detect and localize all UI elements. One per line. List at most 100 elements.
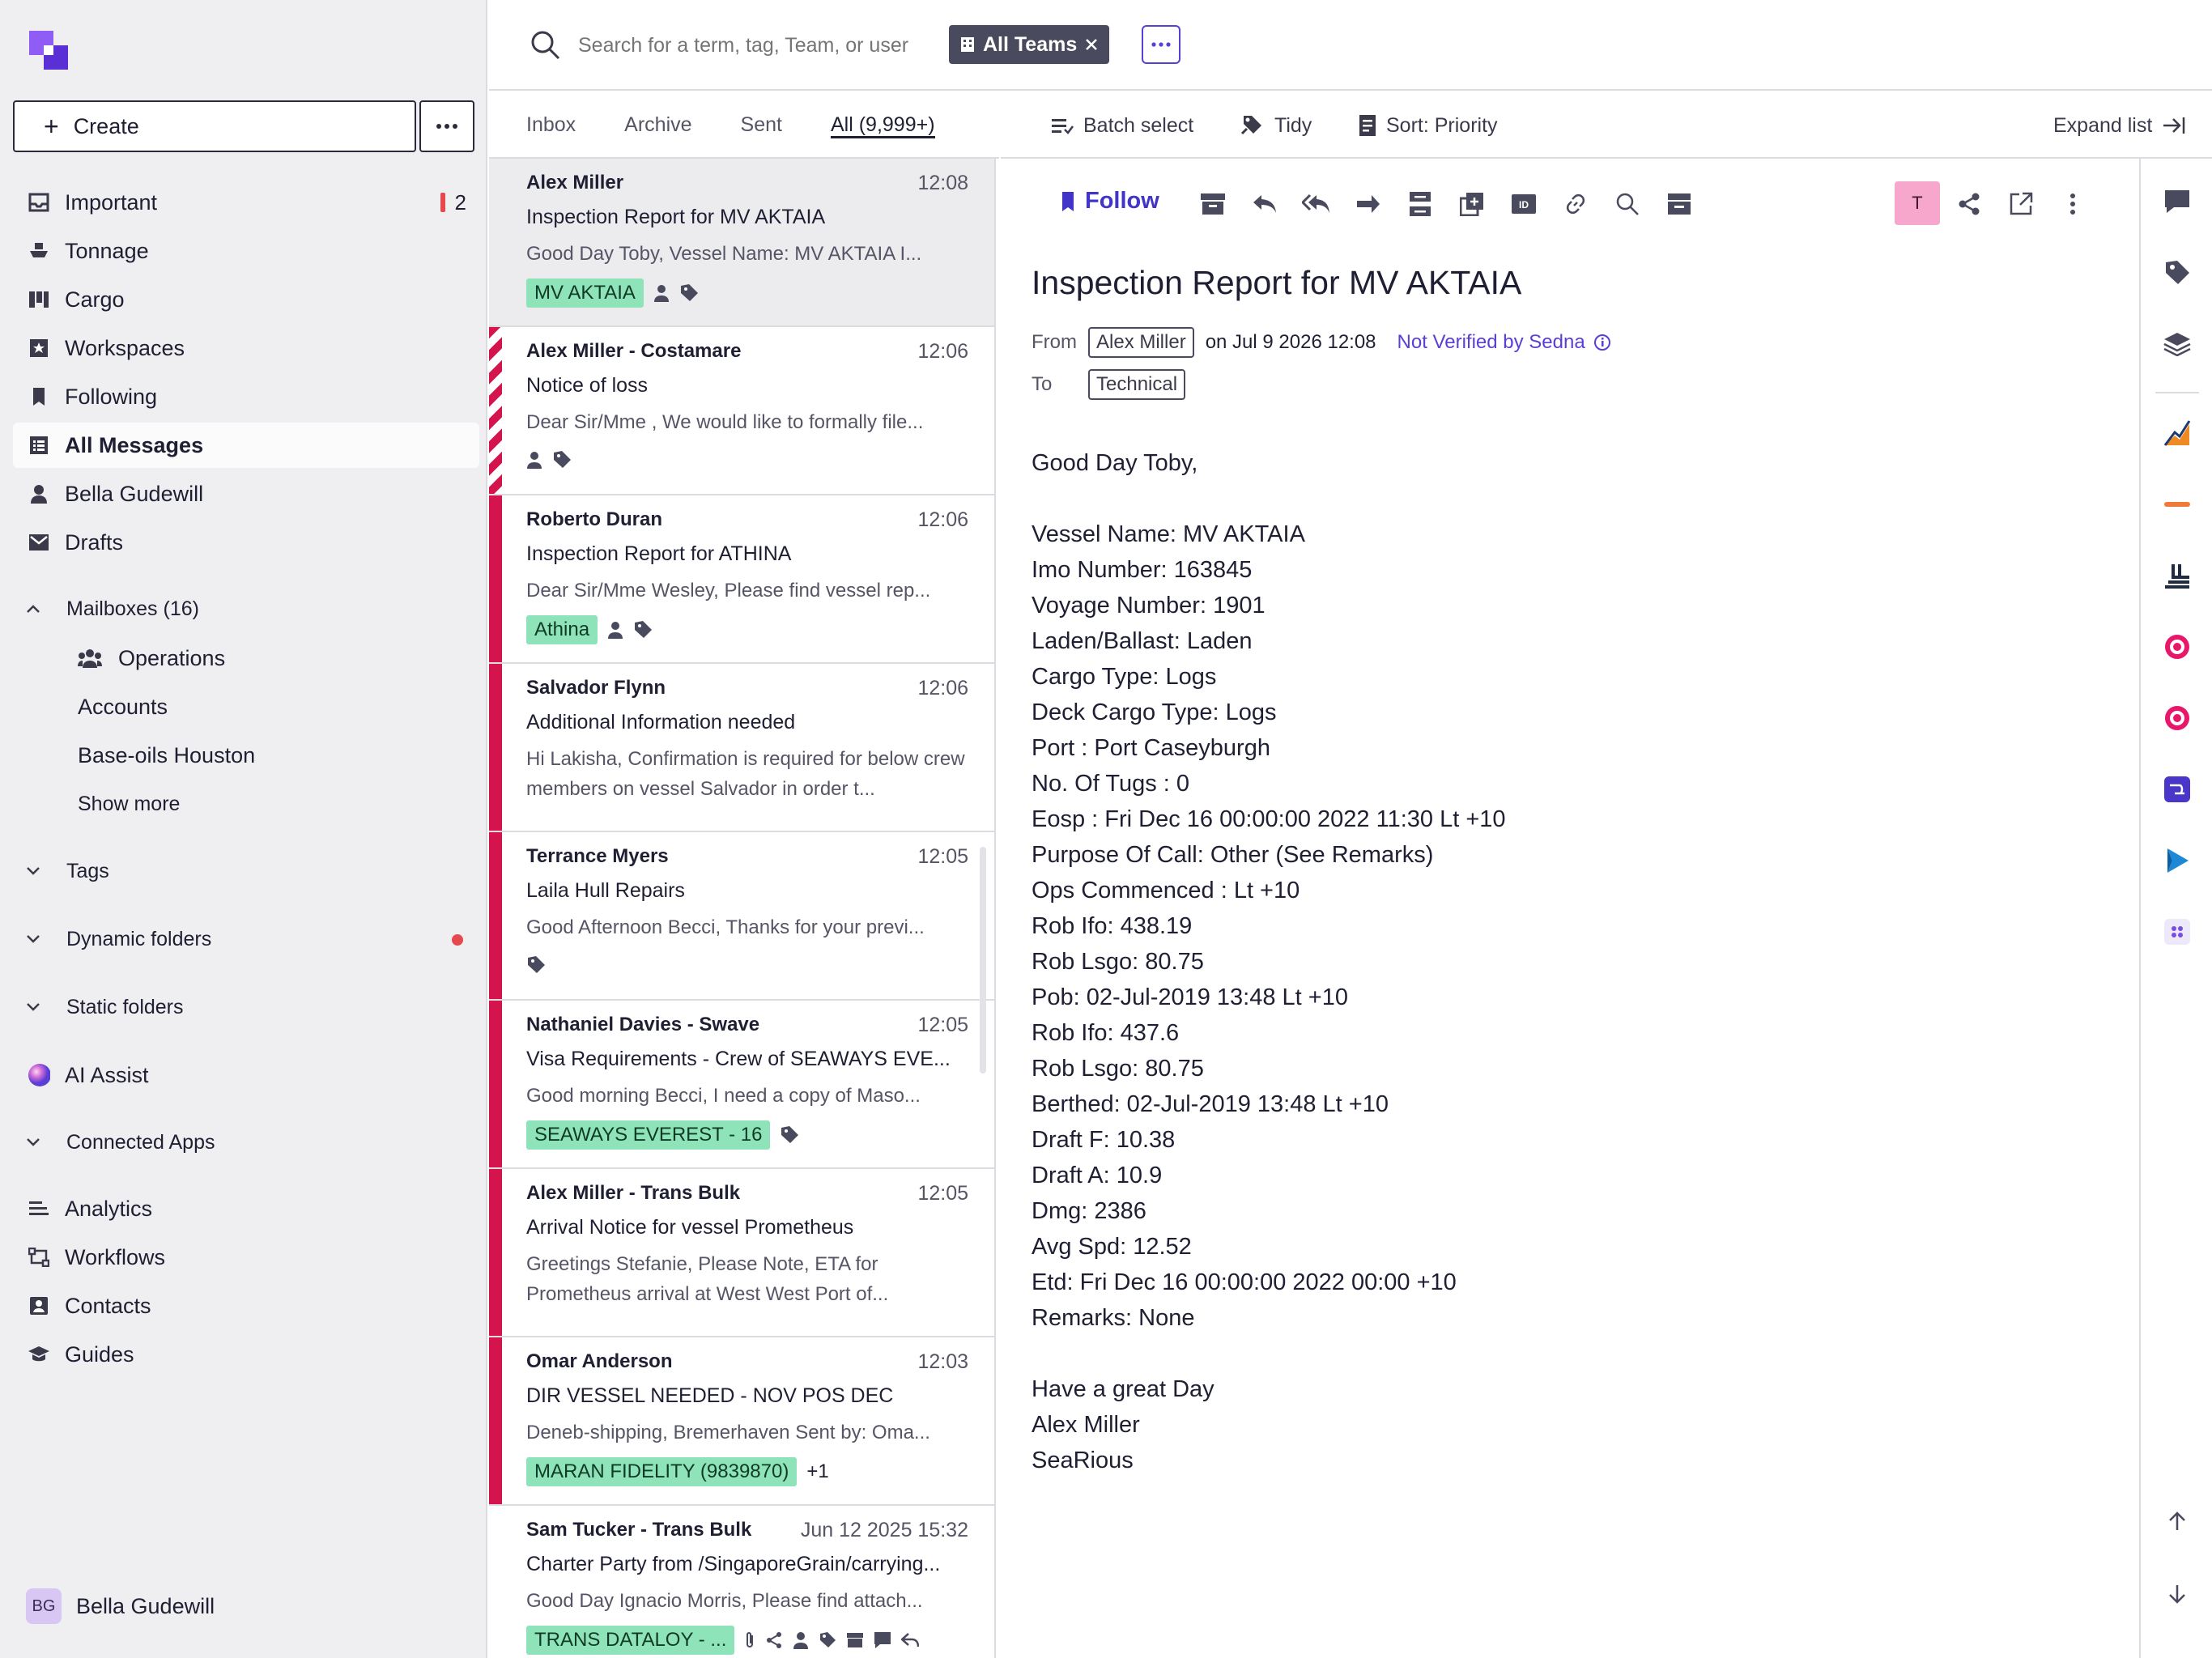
message-row[interactable]: Salvador Flynn 12:06 Additional Informat… bbox=[489, 664, 994, 832]
mailbox-accounts[interactable]: Accounts bbox=[78, 687, 168, 727]
previous-message-button[interactable] bbox=[2160, 1504, 2194, 1538]
archive-button[interactable] bbox=[1197, 188, 1229, 220]
show-more-link[interactable]: Show more bbox=[78, 784, 180, 824]
split-button[interactable] bbox=[1404, 188, 1436, 220]
nav-workspaces[interactable]: Workspaces bbox=[13, 325, 479, 371]
nav-contacts[interactable]: Contacts bbox=[13, 1283, 479, 1329]
more-tags-count[interactable]: +1 bbox=[806, 1460, 828, 1483]
tags-group-toggle[interactable]: Tags bbox=[24, 851, 109, 891]
assignee-avatar[interactable]: T bbox=[1895, 181, 1940, 225]
nav-ai-assist[interactable]: AI Assist bbox=[13, 1052, 479, 1098]
mailboxes-group-toggle[interactable]: Mailboxes (16) bbox=[24, 589, 199, 629]
nav-tonnage[interactable]: Tonnage bbox=[13, 228, 479, 274]
message-row[interactable]: Roberto Duran 12:06 Inspection Report fo… bbox=[489, 495, 994, 664]
tags-rail-button[interactable] bbox=[2160, 256, 2194, 290]
tab-all[interactable]: All (9,999+) bbox=[830, 91, 935, 158]
from-chip[interactable]: Alex Miller bbox=[1088, 327, 1194, 358]
batch-select-button[interactable]: Batch select bbox=[1051, 92, 1193, 159]
more-actions-button[interactable] bbox=[2057, 188, 2089, 220]
vessel-tag[interactable]: SEAWAYS EVEREST - 16 bbox=[526, 1120, 771, 1150]
nav-bella-gudewill[interactable]: Bella Gudewill bbox=[13, 471, 479, 517]
move-to-button[interactable] bbox=[1663, 188, 1695, 220]
duplicate-button[interactable] bbox=[1456, 188, 1488, 220]
forward-button[interactable] bbox=[1352, 188, 1385, 220]
nav-cargo[interactable]: Cargo bbox=[13, 277, 479, 322]
app-target-rail-button[interactable] bbox=[2160, 630, 2194, 664]
message-preview: Good Afternoon Becci, Thanks for your pr… bbox=[526, 916, 925, 938]
reply-button[interactable] bbox=[1249, 188, 1281, 220]
follow-button[interactable]: Follow bbox=[1061, 188, 1159, 215]
create-button[interactable]: + Create bbox=[13, 100, 416, 152]
current-user[interactable]: BG Bella Gudewill bbox=[26, 1588, 215, 1624]
search-more-button[interactable] bbox=[1142, 25, 1180, 64]
reply-all-button[interactable] bbox=[1300, 188, 1333, 220]
nav-all-messages[interactable]: All Messages bbox=[13, 423, 479, 468]
nav-workflows[interactable]: Workflows bbox=[13, 1235, 479, 1280]
nav-analytics[interactable]: Analytics bbox=[13, 1186, 479, 1231]
app-stack-rail-button[interactable] bbox=[2160, 559, 2194, 593]
message-date: on Jul 9 2026 12:08 bbox=[1205, 331, 1376, 353]
nav-drafts[interactable]: Drafts bbox=[13, 520, 479, 565]
message-preview: Deneb-shipping, Bremerhaven Sent by: Oma… bbox=[526, 1422, 930, 1443]
app-play-rail-button[interactable] bbox=[2160, 844, 2194, 878]
nav-following[interactable]: Following bbox=[13, 374, 479, 419]
search-input[interactable] bbox=[578, 28, 934, 63]
expand-list-button[interactable]: Expand list bbox=[2053, 92, 2186, 159]
message-sender: Terrance Myers bbox=[526, 845, 669, 867]
search-icon[interactable] bbox=[530, 29, 562, 62]
static-folders-toggle[interactable]: Static folders bbox=[24, 987, 184, 1027]
sort-button[interactable]: Sort: Priority bbox=[1359, 92, 1498, 159]
dynamic-folders-toggle[interactable]: Dynamic folders bbox=[24, 919, 211, 959]
message-row[interactable]: Alex Miller 12:08 Inspection Report for … bbox=[489, 159, 994, 327]
app-logo[interactable] bbox=[28, 29, 70, 71]
nav-guides[interactable]: Guides bbox=[13, 1332, 479, 1377]
tab-sent[interactable]: Sent bbox=[741, 91, 782, 158]
mailbox-operations[interactable]: Operations bbox=[78, 638, 225, 678]
verification-status[interactable]: Not Verified by Sedna bbox=[1397, 331, 1611, 354]
layers-rail-button[interactable] bbox=[2160, 327, 2194, 361]
mailbox-operations-label: Operations bbox=[118, 645, 226, 670]
list-toolbar: Batch select Tidy Sort: Priority Expand … bbox=[1001, 92, 2212, 159]
message-row[interactable]: Alex Miller - Trans Bulk 12:05 Arrival N… bbox=[489, 1169, 994, 1337]
notification-dot bbox=[452, 934, 463, 946]
tab-inbox[interactable]: Inbox bbox=[526, 91, 576, 158]
mailbox-base-oils-houston[interactable]: Base-oils Houston bbox=[78, 735, 255, 776]
vessel-tag[interactable]: MARAN FIDELITY (9839870) bbox=[526, 1457, 798, 1486]
guides-label: Guides bbox=[65, 1341, 134, 1367]
duplicate-icon bbox=[1460, 193, 1483, 216]
comments-rail-button[interactable] bbox=[2160, 185, 2194, 219]
message-row[interactable]: Alex Miller - Costamare 12:06 Notice of … bbox=[489, 327, 994, 495]
nav-important[interactable]: Important 2 bbox=[13, 180, 479, 225]
app-chart-rail-button[interactable] bbox=[2160, 416, 2194, 450]
vessel-tag[interactable]: TRANS DATALOY - ... bbox=[526, 1626, 735, 1655]
id-button[interactable]: ID bbox=[1508, 188, 1540, 220]
app-grid-rail-button[interactable] bbox=[2160, 915, 2194, 949]
to-chip[interactable]: Technical bbox=[1088, 369, 1186, 400]
vessel-tag[interactable]: MV AKTAIA bbox=[526, 278, 644, 308]
vessel-tag[interactable]: Athina bbox=[526, 615, 598, 644]
app-link-rail-button[interactable] bbox=[2160, 772, 2194, 806]
verification-label: Not Verified by Sedna bbox=[1397, 331, 1585, 353]
close-icon[interactable] bbox=[1085, 38, 1098, 51]
tidy-button[interactable]: Tidy bbox=[1240, 92, 1312, 159]
tag-icon bbox=[554, 451, 571, 468]
team-filter-chip[interactable]: All Teams bbox=[949, 25, 1110, 64]
open-new-window-button[interactable] bbox=[2005, 188, 2037, 220]
message-sender: Alex Miller - Trans Bulk bbox=[526, 1182, 741, 1204]
tab-archive[interactable]: Archive bbox=[624, 91, 691, 158]
message-row[interactable]: Sam Tucker - Trans Bulk Jun 12 2025 15:3… bbox=[489, 1506, 994, 1658]
copy-link-button[interactable] bbox=[1559, 188, 1592, 220]
message-row[interactable]: Omar Anderson 12:03 DIR VESSEL NEEDED - … bbox=[489, 1337, 994, 1506]
connected-apps-toggle[interactable]: Connected Apps bbox=[24, 1122, 215, 1163]
message-row[interactable]: Terrance Myers 12:05 Laila Hull Repairs … bbox=[489, 832, 994, 1001]
app-target-2-rail-button[interactable] bbox=[2160, 701, 2194, 735]
list-scrollbar[interactable] bbox=[980, 847, 986, 1073]
share-button[interactable] bbox=[1953, 188, 1985, 220]
right-rail bbox=[2139, 159, 2212, 1658]
find-in-message-button[interactable] bbox=[1611, 188, 1644, 220]
next-message-button[interactable] bbox=[2160, 1577, 2194, 1611]
message-row[interactable]: Nathaniel Davies - Swave 12:05 Visa Requ… bbox=[489, 1001, 994, 1169]
app-orange-bar-rail-button[interactable] bbox=[2160, 487, 2194, 521]
create-more-button[interactable] bbox=[419, 100, 474, 152]
nav-tonnage-label: Tonnage bbox=[65, 238, 149, 263]
